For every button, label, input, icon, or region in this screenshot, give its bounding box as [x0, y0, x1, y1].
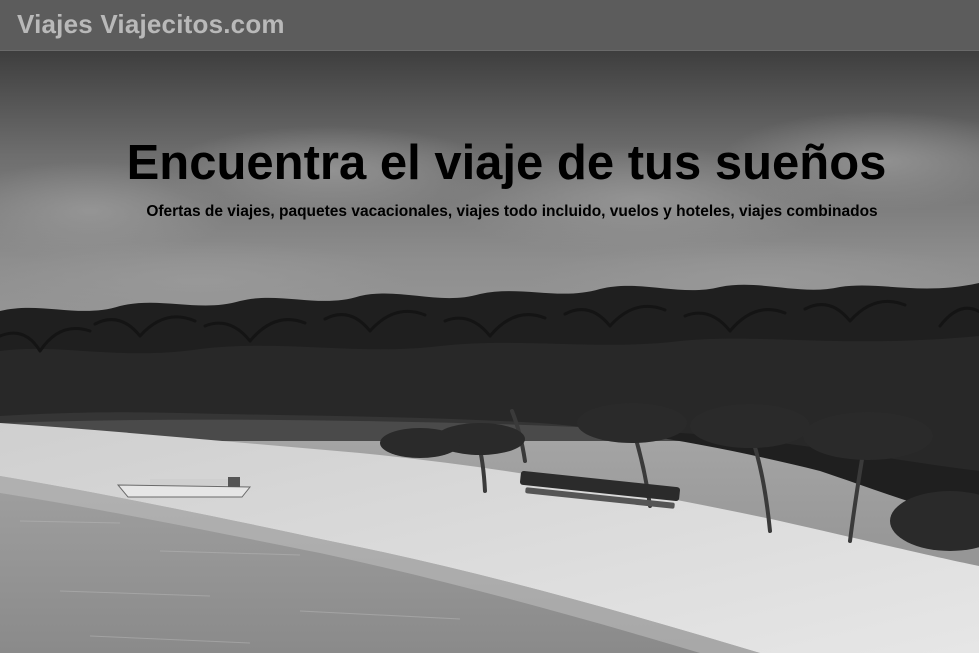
site-logo-link[interactable]: Viajes Viajecitos.com — [17, 9, 285, 40]
hero-subtitle: Ofertas de viajes, paquetes vacacionales… — [146, 203, 878, 220]
hero-banner: Encuentra el viaje de tus sueños Ofertas… — [0, 51, 979, 653]
top-navbar: Viajes Viajecitos.com — [0, 0, 979, 51]
hero-title: Encuentra el viaje de tus sueños — [126, 136, 887, 190]
page: Viajes Viajecitos.com Encuentra el viaje… — [0, 0, 979, 653]
